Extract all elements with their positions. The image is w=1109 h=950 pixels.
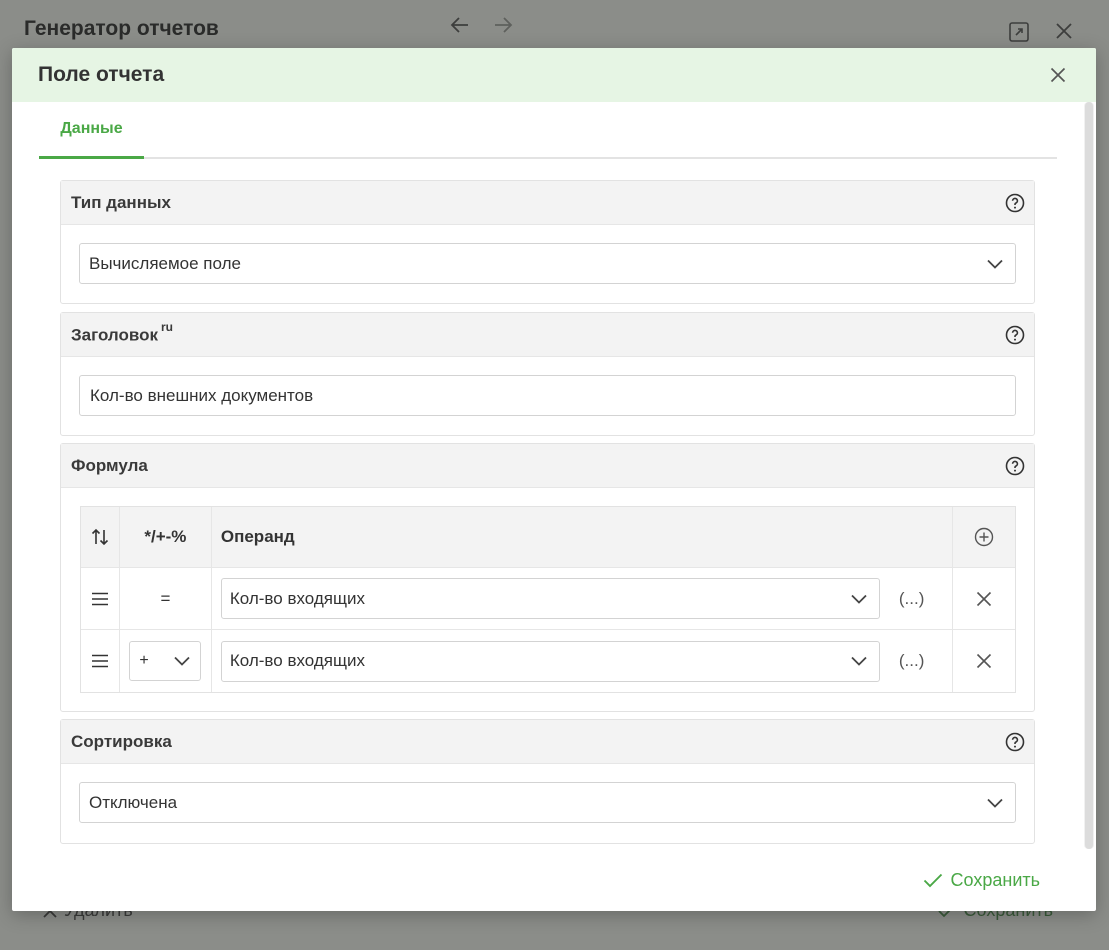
check-icon <box>923 873 942 888</box>
dialog-header: Поле отчета <box>12 48 1096 102</box>
operator-value: + <box>139 652 149 669</box>
sorting-value: Отключена <box>89 792 178 812</box>
caption-title: Заголовок ru <box>71 320 174 346</box>
data-type-select[interactable]: Вычисляемое поле <box>79 243 1016 284</box>
sort-order-icon[interactable] <box>81 507 120 567</box>
operand-cell: Кол-во входящих (...) <box>212 568 954 629</box>
data-type-title: Тип данных <box>71 192 171 212</box>
formula-table: */+-% Операнд = Кол-во входящих (...) + … <box>80 506 1016 693</box>
operator-column-header: */+-% <box>120 507 212 567</box>
operator-cell: + <box>120 630 212 692</box>
remove-row-icon[interactable] <box>953 568 1015 629</box>
operand-column-header: Операнд <box>212 507 954 567</box>
add-row-icon[interactable] <box>953 507 1015 567</box>
data-type-panel: Тип данных Вычисляемое поле <box>60 180 1035 304</box>
operand-options-button[interactable]: (...) <box>899 589 925 609</box>
formula-panel: Формула */+-% Операнд = Кол-во входящих … <box>60 443 1035 712</box>
operand-value: Кол-во входящих <box>229 651 365 670</box>
help-icon[interactable] <box>1005 456 1025 476</box>
operator-value: = <box>120 568 212 629</box>
operand-select[interactable]: Кол-во входящих <box>220 640 880 682</box>
sorting-title: Сортировка <box>71 731 172 751</box>
data-type-panel-header: Тип данных <box>61 181 1034 225</box>
formula-title: Формула <box>71 455 148 475</box>
chevron-down-icon <box>174 656 191 666</box>
operand-select[interactable]: Кол-во входящих <box>220 578 880 619</box>
data-type-value: Вычисляемое поле <box>89 253 241 273</box>
sorting-panel-header: Сортировка <box>61 720 1034 764</box>
table-row: = Кол-во входящих (...) <box>81 568 1015 630</box>
formula-table-header: */+-% Операнд <box>81 507 1015 568</box>
caption-panel-header: Заголовок ru <box>61 313 1034 357</box>
caption-panel: Заголовок ru Кол-во внешних документов <box>60 312 1035 436</box>
chevron-down-icon <box>987 798 1003 808</box>
sorting-select[interactable]: Отключена <box>79 782 1016 823</box>
expand-icon[interactable] <box>1009 22 1029 47</box>
remove-row-icon[interactable] <box>953 630 1015 692</box>
caption-value: Кол-во внешних документов <box>90 385 314 405</box>
tab-bar: Данные <box>39 102 1057 159</box>
dialog-close-icon[interactable] <box>1046 63 1070 87</box>
language-badge: ru <box>161 320 174 335</box>
dialog-title: Поле отчета <box>38 63 165 86</box>
formula-panel-header: Формула <box>61 444 1034 488</box>
forward-arrow-icon[interactable] <box>492 14 514 36</box>
report-field-dialog: Поле отчета Данные Тип данных Вычисляемо… <box>12 48 1096 911</box>
dialog-scrollbar[interactable] <box>1084 102 1094 849</box>
help-icon[interactable] <box>1005 193 1025 213</box>
chevron-down-icon <box>851 594 867 604</box>
sorting-panel: Сортировка Отключена <box>60 719 1035 844</box>
caption-title-text: Заголовок <box>71 325 159 345</box>
chevron-down-icon <box>987 259 1003 269</box>
table-row: + Кол-во входящих (...) <box>81 630 1015 692</box>
help-icon[interactable] <box>1005 732 1025 752</box>
save-button[interactable]: Сохранить <box>923 870 1040 891</box>
chevron-down-icon <box>851 656 867 666</box>
caption-input[interactable]: Кол-во внешних документов <box>79 375 1016 416</box>
window-close-icon[interactable] <box>1055 22 1073 45</box>
back-arrow-icon[interactable] <box>449 14 471 36</box>
background-title: Генератор отчетов <box>24 17 219 40</box>
drag-handle-icon[interactable] <box>81 568 120 629</box>
operand-value: Кол-во входящих <box>229 588 365 608</box>
operator-select[interactable]: + <box>129 641 202 681</box>
drag-handle-icon[interactable] <box>81 630 120 692</box>
save-label: Сохранить <box>950 870 1040 890</box>
tab-data[interactable]: Данные <box>39 102 144 159</box>
operand-options-button[interactable]: (...) <box>899 651 925 671</box>
help-icon[interactable] <box>1005 325 1025 345</box>
scrollbar-thumb[interactable] <box>1085 102 1093 849</box>
operand-cell: Кол-во входящих (...) <box>212 630 954 692</box>
